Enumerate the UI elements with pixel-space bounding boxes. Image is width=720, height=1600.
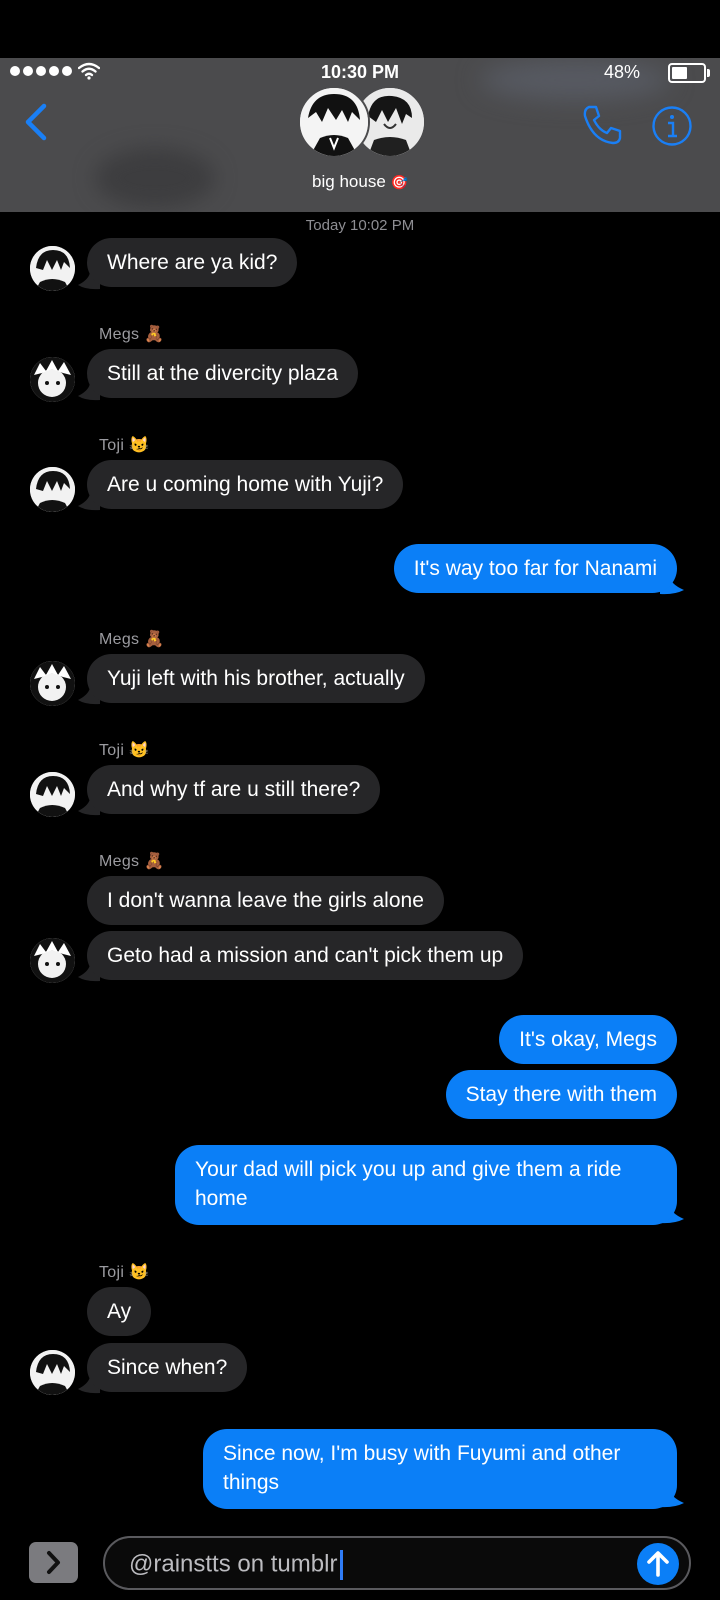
sender-avatar [30, 246, 75, 291]
message-bubble[interactable]: Are u coming home with Yuji? [87, 460, 404, 509]
compose-bar: @rainstts on tumblr [0, 1524, 720, 1600]
sender-name: Toji 😼 [99, 742, 150, 759]
back-chevron-icon[interactable] [22, 102, 50, 142]
message-timestamp: Today 10:02 PM [305, 217, 415, 234]
message-bubble[interactable]: Ay [87, 1287, 152, 1336]
message-bubble[interactable]: Since when? [87, 1343, 248, 1392]
info-icon[interactable] [651, 105, 693, 147]
message-bubble[interactable]: And why tf are u still there? [87, 765, 381, 814]
sender-avatar [30, 938, 75, 983]
message-bubble[interactable]: It's okay, Megs [499, 1015, 677, 1064]
message-bubble[interactable]: Geto had a mission and can't pick them u… [87, 931, 524, 980]
sender-name: Megs 🧸 [99, 326, 165, 343]
message-bubble[interactable]: Yuji left with his brother, actually [87, 654, 425, 703]
group-name[interactable]: big house 🎯 [0, 172, 720, 192]
sender-avatar [30, 661, 75, 706]
top-band [0, 0, 720, 58]
message-bubble[interactable]: Still at the divercity plaza [87, 349, 359, 398]
message-bubble[interactable]: Where are ya kid? [87, 238, 298, 287]
expand-apps-button[interactable] [29, 1542, 78, 1583]
sender-name: Megs 🧸 [99, 631, 165, 648]
battery-percentage: 48% [603, 62, 640, 82]
member-avatar [298, 86, 370, 158]
sender-name: Toji 😼 [99, 437, 150, 454]
message-input-text: @rainstts on tumblr [129, 1550, 344, 1580]
expand-chevron-icon [47, 1551, 60, 1574]
phone-icon[interactable] [581, 104, 623, 146]
message-bubble[interactable]: Stay there with them [445, 1070, 677, 1119]
message-bubble[interactable]: It's way too far for Nanami [393, 544, 677, 593]
message-bubble[interactable]: I don't wanna leave the girls alone [87, 876, 444, 925]
conversation-header: 10:30 PM 48% big house 🎯 [0, 58, 720, 212]
sender-avatar [30, 467, 75, 512]
message-input[interactable]: @rainstts on tumblr [103, 1536, 691, 1590]
message-bubble[interactable]: Your dad will pick you up and give them … [175, 1145, 677, 1225]
sender-avatar [30, 357, 75, 402]
send-button[interactable] [637, 1543, 679, 1585]
sender-name: Megs 🧸 [99, 853, 165, 870]
sender-name: Toji 😼 [99, 1264, 150, 1281]
sender-avatar [30, 1350, 75, 1395]
status-bar: 10:30 PM 48% [0, 58, 720, 86]
text-caret [340, 1550, 344, 1580]
send-arrow-icon [647, 1551, 669, 1577]
battery-icon [668, 63, 710, 83]
sender-avatar [30, 772, 75, 817]
message-bubble[interactable]: Since now, I'm busy with Fuyumi and othe… [203, 1429, 677, 1509]
group-emoji: 🎯 [390, 174, 408, 190]
group-avatar-stack[interactable] [298, 86, 426, 158]
